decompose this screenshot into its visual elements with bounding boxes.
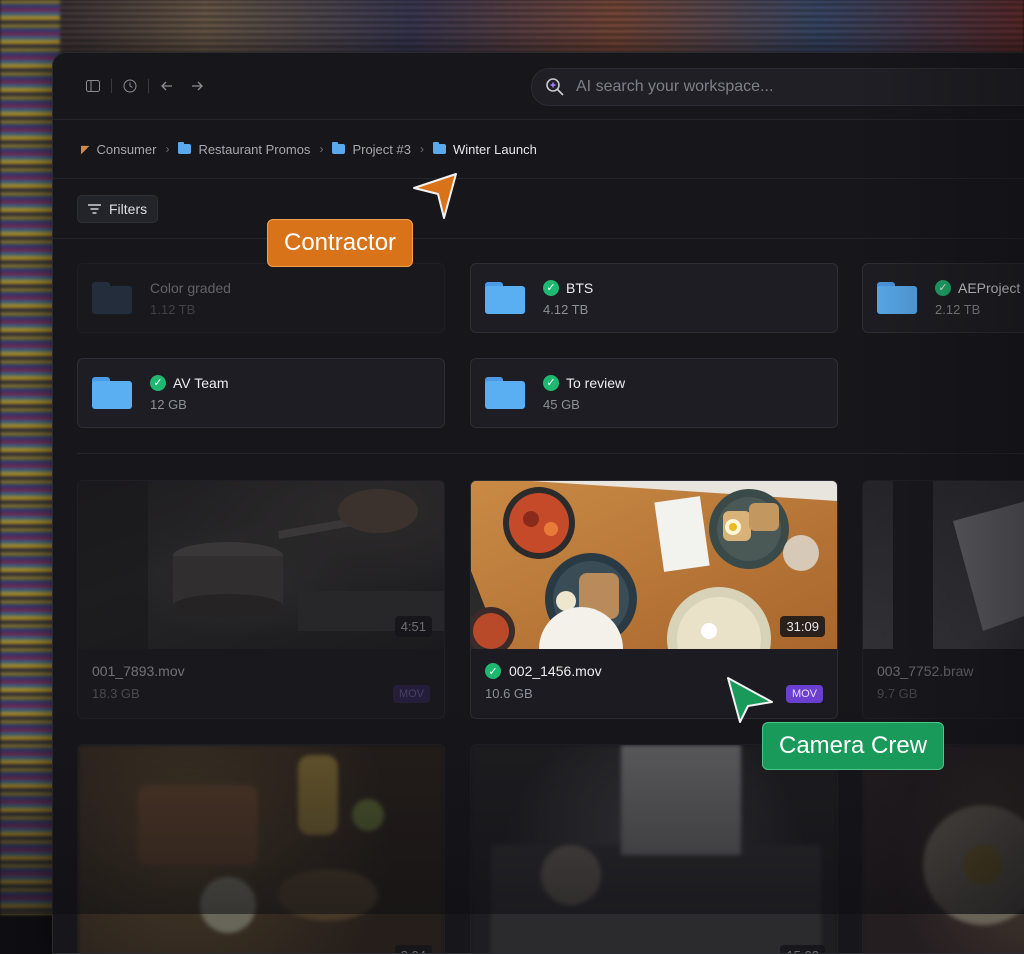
history-icon[interactable] <box>118 74 142 98</box>
search-input[interactable] <box>574 77 1024 97</box>
filter-lines-icon <box>88 201 101 217</box>
breadcrumb-item-restaurant-promos[interactable]: Restaurant Promos <box>178 142 310 157</box>
folder-name: AV Team <box>173 374 229 391</box>
nav-separator <box>111 79 112 93</box>
folder-name: To review <box>566 374 626 391</box>
video-name: 002_1456.mov <box>509 663 602 679</box>
thumbnail-image <box>78 745 444 953</box>
folder-icon <box>485 377 525 409</box>
folder-icon <box>432 142 446 154</box>
ai-search-bar[interactable] <box>531 68 1024 106</box>
breadcrumb: ◤ Consumer › Restaurant Promos › Project… <box>53 120 1024 179</box>
filters-button[interactable]: Filters <box>77 194 159 223</box>
video-duration: 15:22 <box>780 945 825 953</box>
nav-separator <box>148 79 149 93</box>
ai-search-icon <box>544 76 566 98</box>
video-thumbnail <box>863 745 1024 953</box>
verified-check-icon: ✓ <box>935 279 951 296</box>
verified-check-icon: ✓ <box>150 374 166 391</box>
video-card[interactable]: 31:09 ✓ 002_1456.mov 10.6 GB MOV <box>470 480 838 719</box>
filter-bar: Filters <box>53 179 1024 239</box>
folder-card[interactable]: ✓ BTS 4.12 TB <box>470 263 838 333</box>
folder-size: 4.12 TB <box>543 301 589 317</box>
chevron-right-icon: › <box>165 142 170 156</box>
folder-icon <box>877 282 917 314</box>
video-size: 9.7 GB <box>877 686 918 701</box>
folder-icon <box>178 142 192 154</box>
nav-controls <box>81 74 209 98</box>
folder-card[interactable]: Color graded 1.12 TB <box>77 263 445 333</box>
folder-name: BTS <box>566 279 594 296</box>
breadcrumb-item-consumer[interactable]: ◤ Consumer <box>81 142 156 157</box>
video-thumbnail: 8:04 <box>78 745 444 953</box>
chevron-right-icon: › <box>319 142 324 156</box>
thumbnail-image <box>863 745 1024 953</box>
video-card[interactable] <box>862 744 1024 953</box>
section-divider <box>77 453 1024 454</box>
thumbnail-image <box>471 745 837 953</box>
folder-icon <box>92 377 132 409</box>
drumstick-icon: ◤ <box>81 143 90 156</box>
video-thumbnail: 31:09 <box>471 481 837 649</box>
desktop-backdrop-left <box>0 0 60 914</box>
folder-size: 45 GB <box>543 396 580 412</box>
verified-check-icon: ✓ <box>543 279 559 296</box>
folder-icon <box>332 142 346 154</box>
folder-card[interactable]: ✓ To review 45 GB <box>470 358 838 428</box>
folder-icon <box>92 282 132 314</box>
folder-name: AEProject <box>958 279 1021 296</box>
video-duration: 8:04 <box>394 945 432 953</box>
folder-name: Color graded <box>150 279 231 296</box>
breadcrumb-item-project-3[interactable]: Project #3 <box>332 142 411 157</box>
camera-crew-cursor-label: Camera Crew <box>762 722 945 770</box>
video-duration: 4:51 <box>394 616 432 637</box>
video-card[interactable]: 003_7752.braw 9.7 GB <box>862 480 1024 719</box>
verified-check-icon: ✓ <box>485 663 501 679</box>
app-window: ◤ Consumer › Restaurant Promos › Project… <box>52 52 1024 954</box>
sidebar-toggle-icon[interactable] <box>81 74 105 98</box>
folder-card[interactable]: ✓ AV Team 12 GB <box>77 358 445 428</box>
folder-size: 12 GB <box>150 396 187 412</box>
folder-icon <box>485 282 525 314</box>
breadcrumb-item-winter-launch[interactable]: Winter Launch <box>432 142 537 157</box>
video-card[interactable]: 15:22 <box>470 744 838 953</box>
verified-check-icon: ✓ <box>543 374 559 391</box>
video-name: 003_7752.braw <box>877 663 974 679</box>
video-thumbnail: 4:51 <box>78 481 444 649</box>
video-size: 18.3 GB <box>92 686 140 701</box>
chevron-right-icon: › <box>419 142 424 156</box>
file-type-badge: MOV <box>392 685 430 703</box>
video-card[interactable]: 4:51 001_7893.mov 18.3 GB MOV <box>77 480 445 719</box>
video-thumbnail <box>863 481 1024 649</box>
file-type-badge: MOV <box>785 685 823 703</box>
folder-size: 2.12 TB <box>935 301 981 317</box>
video-duration: 31:09 <box>780 616 825 637</box>
video-name: 001_7893.mov <box>92 663 185 679</box>
folder-card[interactable]: ✓ AEProject 2.12 TB <box>862 263 1024 333</box>
back-arrow-icon[interactable] <box>155 74 179 98</box>
contractor-cursor-label: Contractor <box>267 219 414 267</box>
folder-size: 1.12 TB <box>150 301 196 317</box>
video-thumbnail: 15:22 <box>471 745 837 953</box>
forward-arrow-icon[interactable] <box>185 74 209 98</box>
contractor-cursor-icon <box>412 172 460 225</box>
top-bar <box>53 53 1024 120</box>
video-card[interactable]: 8:04 <box>77 744 445 953</box>
